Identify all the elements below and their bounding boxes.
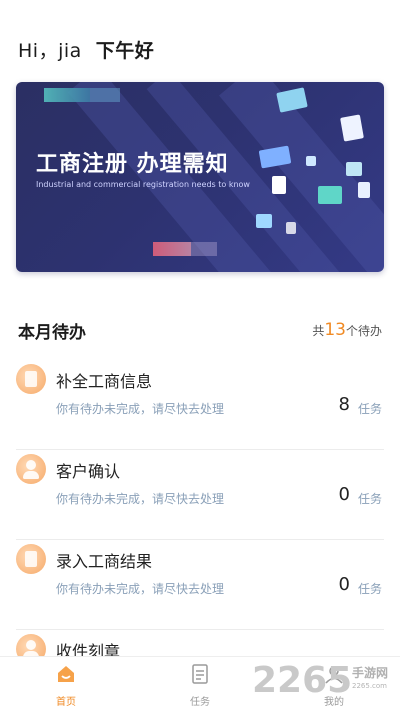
banner-stripe bbox=[191, 242, 217, 256]
task-list-icon bbox=[192, 664, 208, 684]
tab-tasks[interactable]: 任务 bbox=[170, 663, 230, 708]
receipt-icon bbox=[16, 544, 46, 574]
folder-icon bbox=[318, 186, 342, 204]
home-icon bbox=[58, 666, 74, 682]
section-title: 本月待办 bbox=[18, 323, 86, 343]
file-small-icon bbox=[346, 162, 362, 176]
document-icon bbox=[358, 182, 370, 198]
greeting-username: Hi，jia bbox=[18, 40, 82, 62]
task-description: 你有待办未完成，请尽快去处理 bbox=[56, 402, 225, 416]
task-title: 客户确认 bbox=[56, 462, 121, 481]
watermark-logo: 2265 手游网 2265.com bbox=[252, 660, 400, 706]
task-item-enter-result[interactable]: 录入工商结果 你有待办未完成，请尽快去处理 0 任务 bbox=[16, 540, 384, 630]
document-icon bbox=[272, 176, 286, 194]
task-count: 8 bbox=[338, 394, 350, 415]
banner-title: 工商注册 办理需知 bbox=[36, 152, 229, 177]
task-item-complete-info[interactable]: 补全工商信息 你有待办未完成，请尽快去处理 8 任务 bbox=[16, 360, 384, 450]
image-file-icon bbox=[276, 87, 308, 113]
greeting-time: 下午好 bbox=[95, 40, 155, 62]
file-small-icon bbox=[306, 156, 316, 166]
promo-banner[interactable]: 工商注册 办理需知 Industrial and commercial regi… bbox=[16, 82, 384, 272]
banner-stripe bbox=[44, 88, 90, 102]
document-icon bbox=[340, 114, 364, 142]
todo-count-number: 13 bbox=[324, 320, 346, 340]
task-description: 你有待办未完成，请尽快去处理 bbox=[56, 582, 225, 596]
greeting: Hi，jia 下午好 bbox=[18, 36, 154, 63]
task-unit: 任务 bbox=[357, 402, 382, 416]
document-icon bbox=[16, 364, 46, 394]
task-title: 录入工商结果 bbox=[56, 552, 153, 571]
task-item-customer-confirm[interactable]: 客户确认 你有待办未完成，请尽快去处理 0 任务 bbox=[16, 450, 384, 540]
watermark-text: 手游网 bbox=[352, 666, 389, 680]
person-icon bbox=[16, 454, 46, 484]
task-title: 补全工商信息 bbox=[56, 372, 153, 391]
task-count: 0 bbox=[338, 574, 350, 595]
banner-subtitle: Industrial and commercial registration n… bbox=[36, 180, 250, 189]
file-small-icon bbox=[286, 222, 296, 234]
todo-count-suffix: 个待办 bbox=[345, 324, 382, 338]
todo-count-prefix: 共 bbox=[312, 324, 325, 338]
tab-home[interactable]: 首页 bbox=[36, 663, 96, 708]
watermark-number: 2265 bbox=[252, 660, 353, 701]
tab-home-label: 首页 bbox=[56, 697, 76, 708]
todo-count: 共13个待办 bbox=[312, 320, 382, 340]
folder-icon bbox=[256, 214, 272, 228]
banner-stripe bbox=[90, 88, 120, 102]
banner-stripe bbox=[153, 242, 191, 256]
task-count: 0 bbox=[338, 484, 350, 505]
task-unit: 任务 bbox=[357, 582, 382, 596]
watermark-url: 2265.com bbox=[352, 682, 387, 690]
tab-tasks-label: 任务 bbox=[190, 697, 210, 708]
task-description: 你有待办未完成，请尽快去处理 bbox=[56, 492, 225, 506]
task-unit: 任务 bbox=[357, 492, 382, 506]
